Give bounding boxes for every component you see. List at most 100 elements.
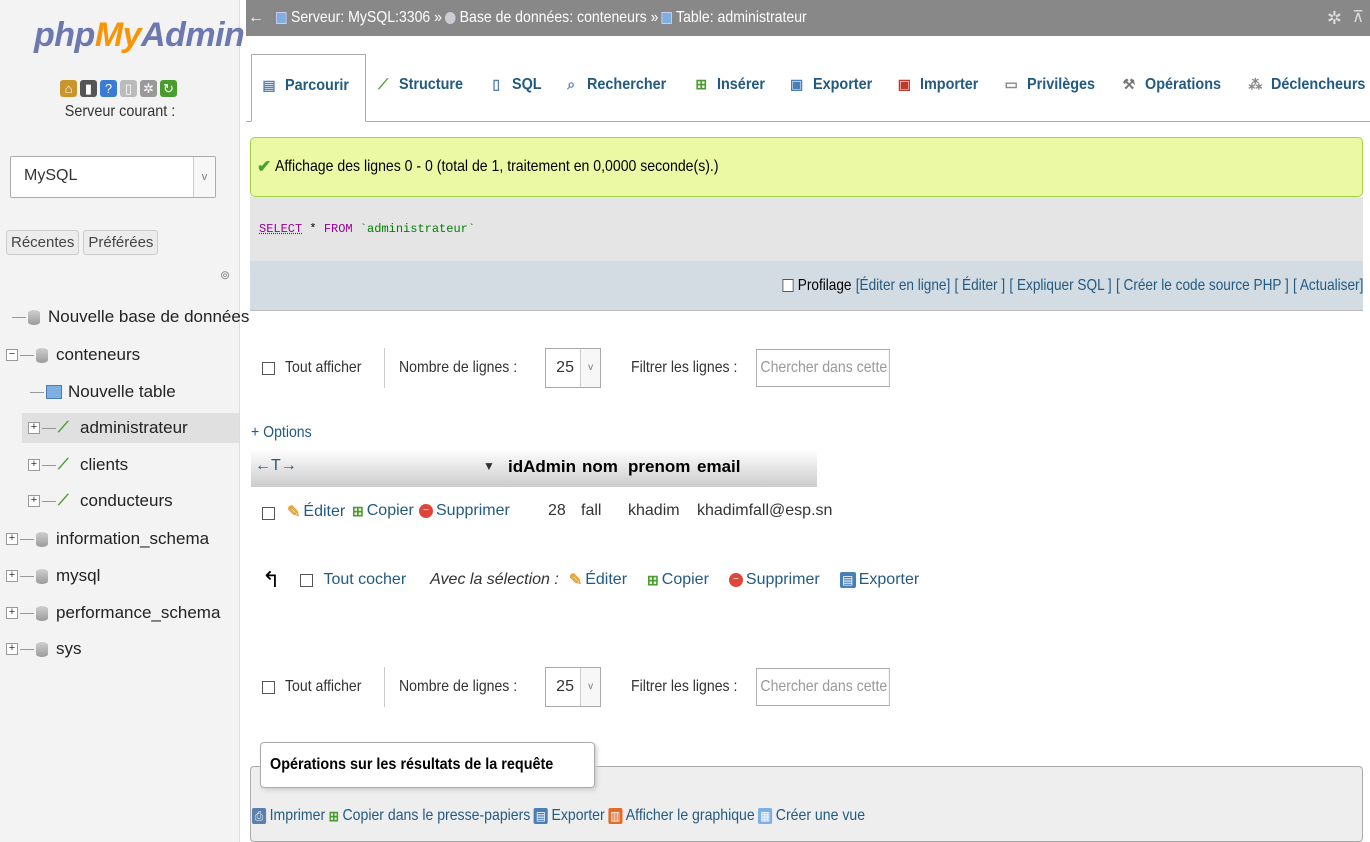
copy-clipboard-link[interactable]: Copier dans le presse-papiers <box>343 807 531 825</box>
tree-db-conteneurs[interactable]: − conteneurs <box>0 340 140 370</box>
action-label: Exporter <box>858 571 920 588</box>
tab-triggers[interactable]: ⁂ Déclencheurs <box>1238 54 1370 120</box>
print-icon: ⎙ <box>252 808 267 824</box>
tab-import[interactable]: ▣ Importer <box>887 54 994 120</box>
tree-db-information-schema[interactable]: + information_schema <box>0 524 209 554</box>
row-edit-button[interactable]: ✎ Éditer <box>287 502 345 522</box>
tree-db-sys[interactable]: + sys <box>0 634 82 664</box>
tab-export[interactable]: ▣ Exporter <box>780 54 888 120</box>
rows-select[interactable]: 25 v <box>545 348 602 388</box>
row-checkbox-box[interactable] <box>262 507 275 521</box>
profiling-checkbox[interactable] <box>782 279 794 292</box>
sql-query-box[interactable]: SELECT * FROM `administrateur` <box>250 197 1363 261</box>
tree-table-administrateur[interactable]: + ⟋ administrateur <box>22 413 239 443</box>
column-header-email[interactable]: email <box>697 457 740 477</box>
rows-select[interactable]: 25 v <box>545 667 602 707</box>
tab-label: Importer <box>920 76 979 93</box>
inline-edit-link[interactable]: [Éditer en ligne] <box>855 277 950 295</box>
explain-sql-link[interactable]: [ Expliquer SQL ] <box>1009 277 1111 295</box>
tree-table-conducteurs[interactable]: + ⟋ conducteurs <box>22 486 173 516</box>
tab-sql[interactable]: ▯ SQL <box>479 54 554 120</box>
tree-table-clients[interactable]: + ⟋ clients <box>22 450 128 480</box>
sql-keyword-select[interactable]: SELECT <box>259 222 302 236</box>
tree-connector <box>20 354 34 356</box>
tree-db-performance-schema[interactable]: + performance_schema <box>0 598 220 628</box>
check-all-checkbox[interactable] <box>300 573 314 587</box>
collapse-top-icon[interactable]: ⊼ <box>1352 7 1364 27</box>
back-arrow-icon[interactable]: ← <box>246 9 266 27</box>
edit-sql-link[interactable]: [ Éditer ] <box>954 277 1005 295</box>
cell-prenom[interactable]: khadim <box>628 502 680 520</box>
link-icon[interactable]: ⊚ <box>220 268 230 282</box>
reload-icon[interactable]: ↻ <box>160 80 177 97</box>
php-code-link[interactable]: [ Créer le code source PHP ] <box>1116 277 1289 295</box>
tab-browse[interactable]: ▤ Parcourir <box>251 54 367 122</box>
gear-icon[interactable]: ✲ <box>1327 8 1342 29</box>
options-toggle[interactable]: + Options <box>251 424 312 442</box>
divider <box>383 667 385 707</box>
column-header-prenom[interactable]: prenom <box>628 457 690 477</box>
filter-input[interactable]: Chercher dans cette tab <box>756 668 890 706</box>
bulk-copy-button[interactable]: ⊞ Copier <box>647 571 709 589</box>
show-all-label[interactable]: Tout afficher <box>285 678 361 696</box>
help-icon[interactable]: ? <box>100 80 117 97</box>
row-delete-button[interactable]: − Supprimer <box>419 502 510 520</box>
row-copy-button[interactable]: ⊞ Copier <box>352 502 414 520</box>
server-icon <box>276 12 287 24</box>
cell-nom[interactable]: fall <box>581 502 601 520</box>
bulk-export-button[interactable]: ▤ Exporter <box>839 571 920 589</box>
server-select[interactable]: MySQL v <box>10 156 216 198</box>
copy-icon: ⊞ <box>352 502 364 519</box>
view-icon: ▦ <box>758 808 773 824</box>
expand-icon[interactable]: + <box>28 495 40 507</box>
docs-icon[interactable]: ▯ <box>120 80 137 97</box>
settings-icon[interactable]: ✲ <box>140 80 157 97</box>
show-all-checkbox[interactable] <box>262 680 275 694</box>
expand-icon[interactable]: + <box>6 607 18 619</box>
column-header-idadmin[interactable]: idAdmin <box>508 457 576 477</box>
table-icon <box>661 12 672 24</box>
sort-triangle-icon[interactable]: ▼ <box>483 459 495 473</box>
cell-idadmin[interactable]: 28 <box>548 502 566 520</box>
breadcrumb-server[interactable]: Serveur: MySQL:3306 » <box>291 9 442 27</box>
expand-icon[interactable]: + <box>6 570 18 582</box>
show-all-checkbox[interactable] <box>262 361 275 375</box>
check-all-label[interactable]: Tout cocher <box>323 571 406 589</box>
show-all-label[interactable]: Tout afficher <box>285 359 361 377</box>
tree-new-database[interactable]: Nouvelle base de données <box>0 302 249 332</box>
cell-email[interactable]: khadimfall@esp.sn <box>697 502 832 520</box>
filter-input[interactable]: Chercher dans cette tab <box>756 349 890 387</box>
expand-icon[interactable]: + <box>28 459 40 471</box>
refresh-link[interactable]: [ Actualiser] <box>1293 277 1363 295</box>
breadcrumb-database[interactable]: Base de données: conteneurs » <box>460 9 659 27</box>
tab-operations[interactable]: ⚒ Opérations <box>1112 54 1238 120</box>
create-view-link[interactable]: Créer une vue <box>776 807 865 825</box>
expand-icon[interactable]: + <box>6 533 18 545</box>
chart-link[interactable]: Afficher le graphique <box>626 807 755 825</box>
home-icon[interactable]: ⌂ <box>60 80 77 97</box>
query-operations-legend: Opérations sur les résultats de la requê… <box>260 742 595 788</box>
expand-icon[interactable]: + <box>28 422 40 434</box>
breadcrumb-table[interactable]: Table: administrateur <box>676 9 807 27</box>
tree-new-table[interactable]: Nouvelle table <box>30 377 176 407</box>
column-arrows[interactable]: ←T→ <box>255 457 297 475</box>
chevron-down-icon: v <box>193 157 215 197</box>
tab-structure[interactable]: ⟋ Structure <box>366 54 479 120</box>
collapse-icon[interactable]: − <box>6 349 18 361</box>
table-structure-icon: ⟋ <box>58 419 69 436</box>
expand-icon[interactable]: + <box>6 643 18 655</box>
tree-db-mysql[interactable]: + mysql <box>0 561 100 591</box>
tab-search[interactable]: ⌕ Rechercher <box>554 54 684 120</box>
breadcrumb-bar: ← Serveur: MySQL:3306 » Base de données:… <box>246 0 1370 36</box>
column-header-nom[interactable]: nom <box>582 457 618 477</box>
bulk-edit-button[interactable]: ✎ Éditer <box>569 570 627 590</box>
logout-icon[interactable]: ▮ <box>80 80 97 97</box>
recent-tab[interactable]: Récentes <box>6 230 80 255</box>
favorites-tab[interactable]: Préférées <box>83 230 159 255</box>
print-link[interactable]: Imprimer <box>270 807 326 825</box>
tab-insert[interactable]: ⊞ Insérer <box>684 54 779 120</box>
export-link[interactable]: Exporter <box>551 807 604 825</box>
tab-privileges[interactable]: ▭ Privilèges <box>994 54 1112 120</box>
phpmyadmin-logo[interactable]: phpMyAdmin <box>34 16 245 55</box>
bulk-delete-button[interactable]: − Supprimer <box>728 571 820 589</box>
